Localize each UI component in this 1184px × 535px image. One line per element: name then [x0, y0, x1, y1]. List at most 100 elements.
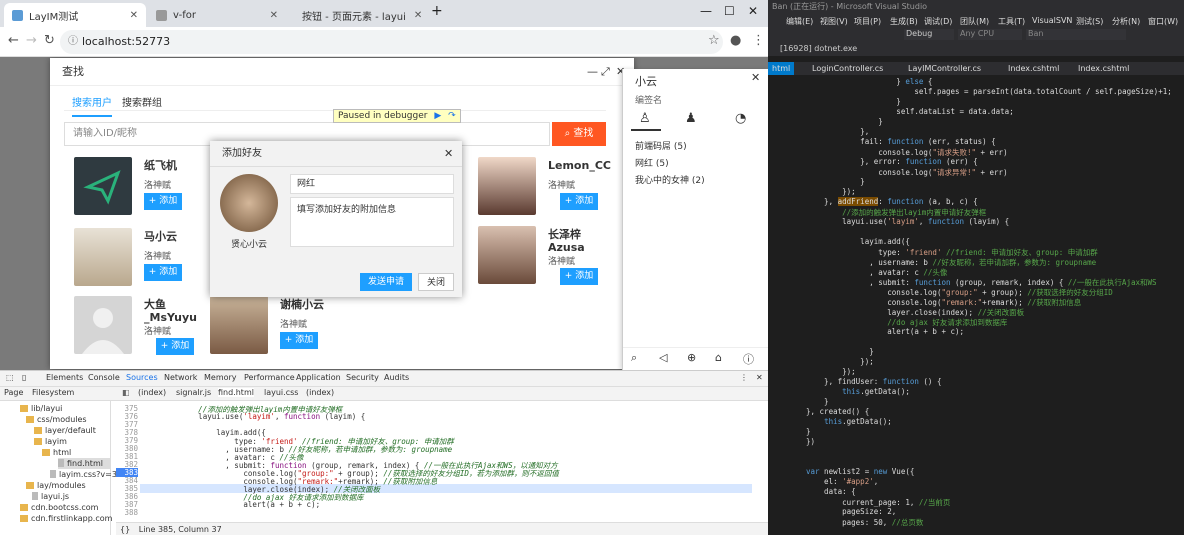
account-icon[interactable]: ● — [730, 33, 741, 48]
add-button[interactable]: + 添加 — [280, 332, 318, 349]
chat-icon[interactable]: ◔ — [735, 111, 746, 126]
menu-item[interactable]: 项目(P) — [854, 16, 881, 27]
close-icon[interactable]: ✕ — [122, 10, 138, 21]
source-tab[interactable]: (index) — [138, 388, 166, 397]
tab-vfor[interactable]: v-for ✕ — [148, 3, 286, 27]
code-editor[interactable]: 375 376 377 378 379 380 381 382 383 384 … — [116, 401, 752, 522]
close-icon[interactable]: ✕ — [756, 373, 763, 382]
tree-item[interactable]: layui.js — [32, 491, 69, 502]
add-icon[interactable]: ⊕ — [687, 351, 696, 364]
vs-tab[interactable]: LayIMController.cs — [904, 62, 985, 75]
tab-console[interactable]: Console — [88, 373, 120, 382]
new-tab-button[interactable]: + — [431, 3, 443, 19]
menu-item[interactable]: 分析(N) — [1112, 16, 1140, 27]
minimize-icon[interactable]: — — [700, 4, 712, 18]
back-icon[interactable]: ← — [8, 33, 19, 48]
tab-network[interactable]: Network — [164, 373, 197, 382]
close-icon[interactable]: ✕ — [444, 141, 453, 167]
toggle-navigator-icon[interactable]: ◧ — [122, 388, 130, 397]
tab-performance[interactable]: Performance — [244, 373, 295, 382]
add-button[interactable]: + 添加 — [144, 264, 182, 281]
tree-item-selected[interactable]: find.html — [58, 458, 110, 469]
menu-item[interactable]: 团队(M) — [960, 16, 989, 27]
more-icon[interactable]: ⋮ — [740, 373, 748, 382]
tab-layim[interactable]: LayIM测试 ✕ — [4, 3, 146, 27]
close-icon[interactable]: ✕ — [262, 10, 278, 21]
search-icon[interactable]: ⌕ — [631, 351, 637, 365]
vs-tab-active[interactable]: html — [768, 62, 795, 75]
tree-item[interactable]: cdn.firstlinkapp.com — [20, 513, 112, 524]
maximize-icon[interactable]: ⤢ — [601, 58, 610, 86]
forward-icon[interactable]: → — [26, 33, 37, 48]
tree-item[interactable]: lay/modules — [26, 480, 86, 491]
reload-icon[interactable]: ↻ — [44, 33, 55, 48]
tab-application[interactable]: Application — [296, 373, 341, 382]
url-field[interactable]: ⓘ localhost:52773 — [60, 30, 723, 54]
tab-search-groups[interactable]: 搜索群组 — [122, 94, 162, 115]
remark-input[interactable]: 网红 — [290, 174, 454, 194]
device-icon[interactable]: ▯ — [22, 373, 26, 382]
menu-item[interactable]: VisualSVN — [1032, 16, 1072, 25]
skin-icon[interactable]: ⌂ — [715, 351, 722, 364]
source-tab[interactable]: (index) — [306, 388, 334, 397]
tab-search-users[interactable]: 搜索用户 — [72, 94, 112, 117]
project-dropdown[interactable]: Ban — [1026, 29, 1126, 40]
group-item[interactable]: 网红 (5) — [635, 156, 669, 169]
close-button[interactable]: 关闭 — [418, 273, 454, 291]
tree-item[interactable]: lib/layui — [20, 403, 62, 414]
tree-item[interactable]: cdn.bootcss.com — [20, 502, 98, 513]
menu-item[interactable]: 生成(B) — [890, 16, 918, 27]
group-item[interactable]: 前端码屌 (5) — [635, 139, 687, 152]
add-button[interactable]: + 添加 — [560, 268, 598, 285]
tree-item[interactable]: css/modules — [26, 414, 87, 425]
vs-tab[interactable]: Index.cshtml — [1004, 62, 1063, 75]
process-dropdown[interactable]: [16928] dotnet.exe — [780, 44, 857, 53]
close-window-icon[interactable]: ✕ — [748, 4, 758, 18]
add-button[interactable]: + 添加 — [156, 338, 194, 355]
menu-item[interactable]: 测试(S) — [1076, 16, 1103, 27]
source-tab[interactable]: signalr.js — [176, 388, 211, 397]
menu-item[interactable]: 调试(D) — [924, 16, 952, 27]
tree-item[interactable]: html — [42, 447, 71, 458]
star-icon[interactable]: ☆ — [708, 33, 720, 48]
send-request-button[interactable]: 发送申请 — [360, 273, 412, 291]
group-item[interactable]: 我心中的女神 (2) — [635, 173, 705, 186]
tab-elements[interactable]: Elements — [46, 373, 83, 382]
tree-item[interactable]: layim — [34, 436, 67, 447]
remark-textarea[interactable]: 填写添加好友的附加信息 — [290, 197, 454, 247]
platform-dropdown[interactable]: Any CPU — [958, 29, 1022, 40]
tab-layui[interactable]: 按钮 - 页面元素 - layui ✕ — [288, 3, 426, 27]
add-button[interactable]: + 添加 — [560, 193, 598, 210]
menu-item[interactable]: 窗口(W) — [1148, 16, 1178, 27]
resume-icon[interactable]: ▶ — [434, 111, 441, 121]
sound-icon[interactable]: ◁ — [659, 351, 667, 364]
menu-item[interactable]: 工具(T) — [998, 16, 1025, 27]
step-over-icon[interactable]: ↷ — [448, 111, 456, 121]
menu-icon[interactable]: ⋮ — [752, 33, 765, 48]
tab-filesystem[interactable]: Filesystem — [32, 388, 74, 397]
maximize-icon[interactable]: ☐ — [724, 4, 735, 18]
inspect-icon[interactable]: ⬚ — [6, 373, 14, 382]
menu-item[interactable]: 编辑(E) — [786, 16, 813, 27]
user-icon[interactable]: ♙ — [639, 111, 651, 126]
source-tab-active[interactable]: find.html — [218, 388, 254, 397]
tree-item[interactable]: layim.css?v=3 — [50, 469, 117, 480]
add-button[interactable]: + 添加 — [144, 193, 182, 210]
minimize-icon[interactable]: — — [587, 58, 598, 86]
close-icon[interactable]: ✕ — [751, 71, 760, 84]
search-button[interactable]: ⌕ 查找 — [552, 122, 606, 146]
info-icon[interactable]: ⓘ — [743, 351, 754, 367]
tab-security[interactable]: Security — [346, 373, 379, 382]
vs-tab[interactable]: Index.cshtml — [1074, 62, 1133, 75]
tab-page[interactable]: Page — [4, 388, 23, 397]
vs-code-editor[interactable]: } else { self.pages = parseInt(data.tota… — [768, 75, 1184, 535]
close-icon[interactable]: ✕ — [406, 10, 422, 21]
tab-memory[interactable]: Memory — [204, 373, 237, 382]
group-icon[interactable]: ♟ — [685, 111, 697, 126]
tab-audits[interactable]: Audits — [384, 373, 409, 382]
source-tab[interactable]: layui.css — [264, 388, 298, 397]
vs-tab[interactable]: LoginController.cs — [808, 62, 887, 75]
config-dropdown[interactable]: Debug — [904, 29, 954, 40]
tab-sources[interactable]: Sources — [126, 373, 158, 382]
menu-item[interactable]: 视图(V) — [820, 16, 848, 27]
